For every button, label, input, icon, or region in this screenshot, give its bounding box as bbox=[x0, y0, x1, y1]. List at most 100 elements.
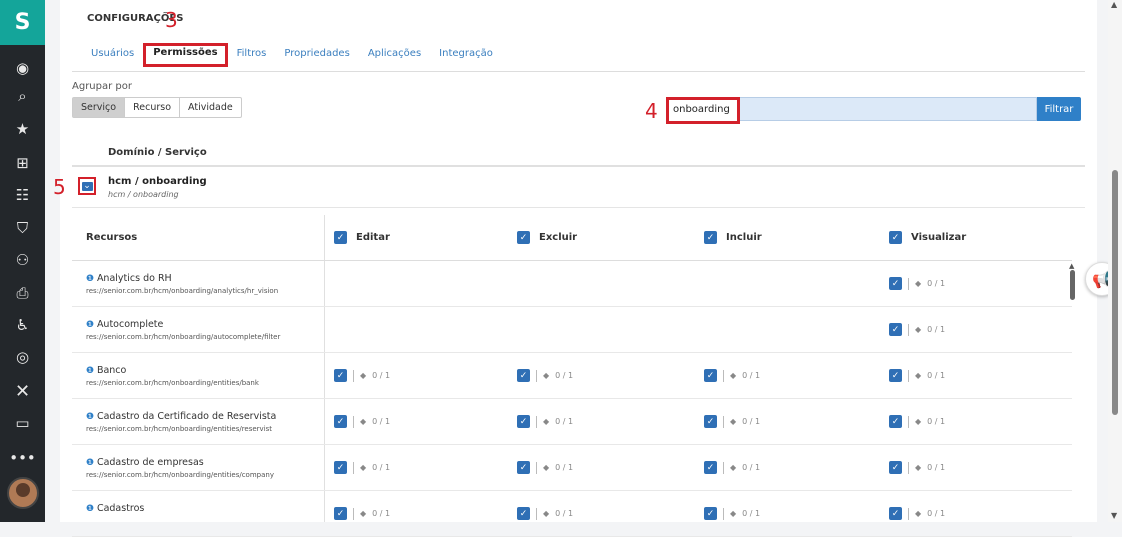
permission-cell-excluir: ✓ ◆ 0 / 1 bbox=[517, 461, 573, 474]
annotation-number-3: 3 bbox=[165, 8, 178, 32]
x-icon[interactable]: ✕ bbox=[0, 379, 45, 403]
count-text: 0 / 1 bbox=[372, 509, 391, 518]
star-icon[interactable]: ★ bbox=[0, 117, 45, 141]
count-text: 0 / 1 bbox=[742, 371, 761, 380]
tag-icon: ◆ bbox=[543, 509, 550, 518]
count-text: 0 / 1 bbox=[555, 463, 574, 472]
permission-checkbox[interactable]: ✓ bbox=[517, 461, 530, 474]
permission-checkbox[interactable]: ✓ bbox=[704, 415, 717, 428]
annotation-number-4: 4 bbox=[645, 99, 658, 123]
tag-icon: ◆ bbox=[915, 325, 922, 334]
permission-checkbox[interactable]: ✓ bbox=[334, 461, 347, 474]
info-icon[interactable]: ❶ bbox=[86, 366, 97, 376]
permission-checkbox[interactable]: ✓ bbox=[889, 415, 902, 428]
permission-checkbox[interactable]: ✓ bbox=[704, 507, 717, 520]
table-row: ❶ Autocomplete res://senior.com.br/hcm/on… bbox=[72, 307, 1072, 353]
tab-filtros[interactable]: Filtros bbox=[228, 45, 276, 67]
info-icon[interactable]: ❶ bbox=[86, 274, 97, 284]
permission-checkbox[interactable]: ✓ bbox=[517, 507, 530, 520]
divider bbox=[536, 507, 537, 520]
permission-checkbox[interactable]: ✓ bbox=[517, 415, 530, 428]
permission-cell-excluir: ✓ ◆ 0 / 1 bbox=[517, 415, 573, 428]
target-icon[interactable]: ◎ bbox=[0, 345, 45, 369]
permission-checkbox[interactable]: ✓ bbox=[889, 369, 902, 382]
checkbox-incluir-all[interactable]: ✓ bbox=[704, 231, 717, 244]
permission-checkbox[interactable]: ✓ bbox=[704, 461, 717, 474]
group-by-servico[interactable]: Serviço bbox=[73, 98, 126, 117]
tag-icon: ◆ bbox=[360, 371, 367, 380]
resource-path: res://senior.com.br/hcm/onboarding/entit… bbox=[86, 425, 273, 433]
permission-cell-excluir: ✓ ◆ 0 / 1 bbox=[517, 369, 573, 382]
scrollbar-thumb[interactable] bbox=[1112, 170, 1118, 415]
divider bbox=[72, 207, 1085, 208]
org-chart-icon[interactable]: ⊞ bbox=[0, 151, 45, 175]
person-accessible-icon[interactable]: ♿ bbox=[0, 313, 45, 337]
permission-cell-editar: ✓ ◆ 0 / 1 bbox=[334, 461, 390, 474]
settings-panel: CONFIGURAÇÕES 3 Usuários Permissões Filt… bbox=[53, 0, 1097, 537]
checkbox-editar-all[interactable]: ✓ bbox=[334, 231, 347, 244]
logo-icon[interactable]: S bbox=[0, 0, 45, 45]
group-by-toggle: Serviço Recurso Atividade bbox=[72, 97, 242, 118]
checkbox-excluir-all[interactable]: ✓ bbox=[517, 231, 530, 244]
count-text: 0 / 1 bbox=[372, 463, 391, 472]
divider bbox=[72, 71, 1085, 72]
permission-checkbox[interactable]: ✓ bbox=[334, 507, 347, 520]
filter-button[interactable]: Filtrar bbox=[1037, 97, 1081, 121]
permission-cell-incluir: ✓ ◆ 0 / 1 bbox=[704, 415, 760, 428]
mini-scroll-up-icon[interactable]: ▲ bbox=[1069, 262, 1074, 270]
permission-checkbox[interactable]: ✓ bbox=[704, 369, 717, 382]
more-icon[interactable]: ••• bbox=[0, 446, 45, 470]
avatar[interactable] bbox=[7, 477, 39, 509]
shield-icon[interactable]: ⛉ bbox=[0, 216, 45, 240]
tab-aplicacoes[interactable]: Aplicações bbox=[359, 45, 430, 67]
scroll-up-icon[interactable]: ▲ bbox=[1111, 0, 1117, 9]
group-by-atividade[interactable]: Atividade bbox=[180, 98, 241, 117]
tab-propriedades[interactable]: Propriedades bbox=[275, 45, 358, 67]
resource-title: ❶ Analytics do RH bbox=[86, 273, 172, 284]
permission-checkbox[interactable]: ✓ bbox=[889, 323, 902, 336]
checkbox-visualizar-all[interactable]: ✓ bbox=[889, 231, 902, 244]
resource-path: res://senior.com.br/hcm/onboarding/autoc… bbox=[86, 333, 281, 341]
expand-toggle-button[interactable]: ⌄ bbox=[78, 177, 96, 195]
permission-checkbox[interactable]: ✓ bbox=[889, 277, 902, 290]
people-list-icon[interactable]: ☷ bbox=[0, 183, 45, 207]
scrollbar[interactable]: ▲ ▼ bbox=[1108, 0, 1122, 522]
domain-name: hcm / onboarding bbox=[108, 176, 207, 187]
group-icon[interactable]: ⚇ bbox=[0, 248, 45, 272]
domain-column-header: Domínio / Serviço bbox=[108, 147, 207, 158]
permission-checkbox[interactable]: ✓ bbox=[889, 507, 902, 520]
user-circle-icon[interactable]: ◉ bbox=[0, 56, 45, 80]
inner-scrollbar[interactable] bbox=[1070, 270, 1075, 300]
divider bbox=[723, 461, 724, 474]
group-by-recurso[interactable]: Recurso bbox=[125, 98, 181, 117]
tag-icon: ◆ bbox=[543, 371, 550, 380]
perm-header-incluir: ✓ Incluir bbox=[704, 231, 762, 244]
resource-path: res://senior.com.br/hcm/onboarding/entit… bbox=[86, 379, 259, 387]
print-icon[interactable]: ⎙ bbox=[0, 281, 45, 305]
tab-integracao[interactable]: Integração bbox=[430, 45, 502, 67]
table-row: ❶ Cadastro da Certificado de Reservista r… bbox=[72, 399, 1072, 445]
permission-cell-visualizar: ✓ ◆ 0 / 1 bbox=[889, 369, 945, 382]
permissions-table: Recursos ✓ Editar ✓ Excluir ✓ Incluir ✓ Visu… bbox=[72, 215, 1072, 537]
divider bbox=[723, 507, 724, 520]
permission-checkbox[interactable]: ✓ bbox=[889, 461, 902, 474]
group-by-label: Agrupar por bbox=[72, 81, 132, 92]
scroll-down-icon[interactable]: ▼ bbox=[1111, 511, 1117, 520]
search-icon[interactable]: ⌕ bbox=[0, 84, 45, 108]
info-icon[interactable]: ❶ bbox=[86, 320, 97, 330]
info-icon[interactable]: ❶ bbox=[86, 458, 97, 468]
perm-header-editar: ✓ Editar bbox=[334, 231, 390, 244]
permission-checkbox[interactable]: ✓ bbox=[334, 369, 347, 382]
info-icon[interactable]: ❶ bbox=[86, 504, 97, 514]
search-value[interactable]: onboarding bbox=[666, 97, 740, 124]
permission-checkbox[interactable]: ✓ bbox=[517, 369, 530, 382]
permission-checkbox[interactable]: ✓ bbox=[334, 415, 347, 428]
info-icon[interactable]: ❶ bbox=[86, 412, 97, 422]
monitor-icon[interactable]: ▭ bbox=[0, 411, 45, 435]
tab-permissoes[interactable]: Permissões bbox=[143, 43, 228, 67]
perm-header-excluir: ✓ Excluir bbox=[517, 231, 577, 244]
permission-cell-editar: ✓ ◆ 0 / 1 bbox=[334, 507, 390, 520]
tag-icon: ◆ bbox=[915, 509, 922, 518]
tab-usuarios[interactable]: Usuários bbox=[82, 45, 143, 67]
resource-title: ❶ Cadastro da Certificado de Reservista bbox=[86, 411, 277, 422]
